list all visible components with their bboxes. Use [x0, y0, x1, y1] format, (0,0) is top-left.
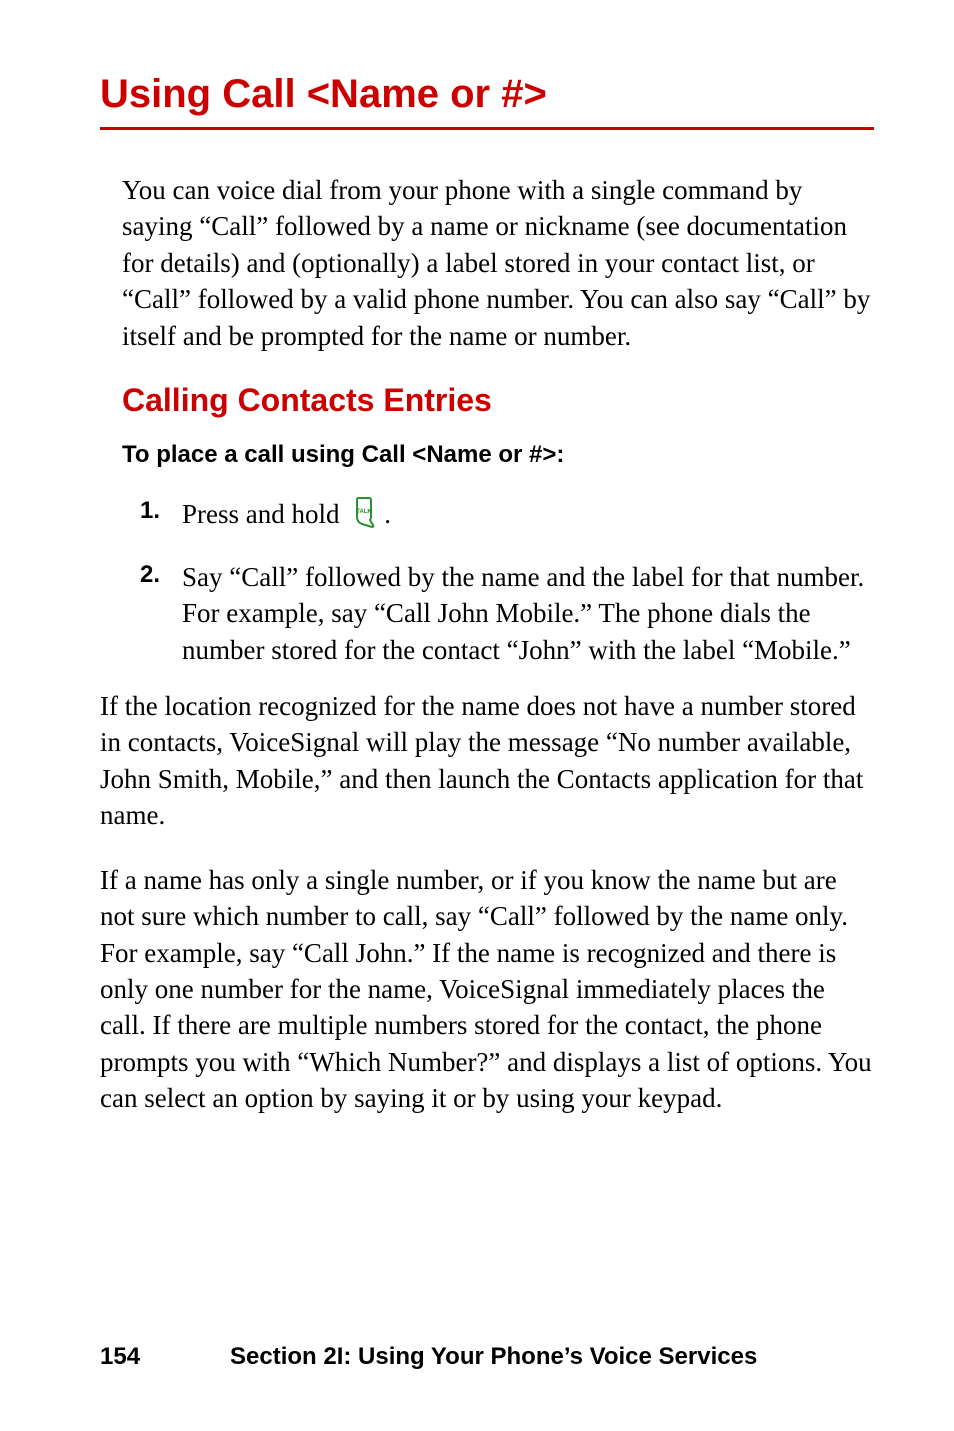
step-number: 2.	[140, 559, 182, 668]
subheading-calling-contacts: Calling Contacts Entries	[122, 382, 874, 419]
svg-text:TALK: TALK	[356, 509, 372, 515]
paragraph-no-number: If the location recognized for the name …	[100, 688, 874, 834]
instruction-text: To place a call using Call <Name or #>:	[122, 441, 874, 469]
step-text-after: .	[384, 499, 391, 529]
talk-key-icon: TALK	[348, 495, 382, 538]
step-text-before: Press and hold	[182, 499, 346, 529]
step-2: 2. Say “Call” followed by the name and t…	[140, 559, 874, 668]
step-text: Say “Call” followed by the name and the …	[182, 559, 874, 668]
step-text: Press and hold TALK.	[182, 495, 874, 538]
page-footer: 154 Section 2I: Using Your Phone’s Voice…	[100, 1343, 874, 1371]
section-label: Section 2I: Using Your Phone’s Voice Ser…	[230, 1343, 874, 1371]
page-title: Using Call <Name or #>	[100, 72, 874, 130]
page-number: 154	[100, 1343, 230, 1371]
step-number: 1.	[140, 495, 182, 538]
intro-paragraph: You can voice dial from your phone with …	[122, 172, 874, 354]
step-1: 1. Press and hold TALK.	[140, 495, 874, 538]
paragraph-single-number: If a name has only a single number, or i…	[100, 862, 874, 1117]
